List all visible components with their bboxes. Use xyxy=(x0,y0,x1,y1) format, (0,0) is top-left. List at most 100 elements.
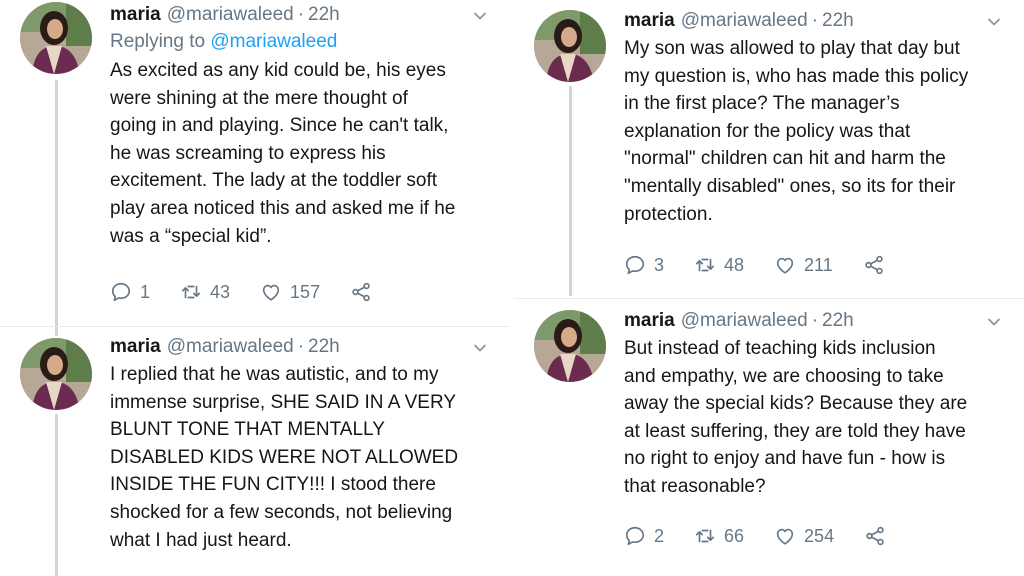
reply-button[interactable]: 1 xyxy=(110,281,150,303)
retweet-icon xyxy=(694,525,716,547)
reply-icon xyxy=(624,525,646,547)
avatar[interactable] xyxy=(534,310,606,382)
tweet-text-line: and empathy, we are choosing to take xyxy=(624,365,944,387)
separator-dot: · xyxy=(811,10,819,31)
reply-count: 2 xyxy=(654,525,665,546)
tweet-content: maria @mariawaleed · 22h But instead of … xyxy=(624,308,1010,501)
tweet-text-line: shocked for a few seconds, not believing xyxy=(110,501,453,523)
author-name[interactable]: maria xyxy=(110,334,161,360)
timestamp[interactable]: 22h xyxy=(308,2,340,28)
chevron-down-icon[interactable] xyxy=(986,314,1002,330)
retweet-count: 66 xyxy=(724,525,745,546)
heart-icon xyxy=(774,525,796,547)
share-button[interactable] xyxy=(350,281,372,303)
tweet-text-line: BLUNT TONE THAT MENTALLY xyxy=(110,419,385,441)
tweet-text-line: what I had just heard. xyxy=(110,529,292,551)
retweet-count: 48 xyxy=(724,254,745,275)
retweet-icon xyxy=(180,281,202,303)
tweet-text-line: My son was allowed to play that day but xyxy=(624,38,960,59)
chevron-down-icon[interactable] xyxy=(986,14,1002,30)
right-thread-column: maria @mariawaleed · 22h My son was allo… xyxy=(514,0,1024,576)
avatar[interactable] xyxy=(534,10,606,82)
tweet-text-line: he was screaming to express his xyxy=(110,142,386,164)
like-button[interactable]: 211 xyxy=(774,254,833,276)
author-name[interactable]: maria xyxy=(624,8,675,34)
retweet-count: 43 xyxy=(210,281,231,302)
tweet-text: My son was allowed to play that day but … xyxy=(624,35,1010,228)
tweet-text: I replied that he was autistic, and to m… xyxy=(110,361,496,554)
avatar[interactable] xyxy=(20,2,92,74)
tweet-text-line: was a “special kid”. xyxy=(110,225,272,247)
chevron-down-icon[interactable] xyxy=(472,8,488,24)
reply-count: 3 xyxy=(654,254,665,275)
reply-count: 1 xyxy=(140,281,151,302)
tweet-actions: 1 43 157 xyxy=(110,281,402,303)
tweet-text-line: As excited as any kid could be, his eyes xyxy=(110,60,446,81)
tweet-text-line: that reasonable? xyxy=(624,475,766,497)
tweet[interactable]: maria @mariawaleed · 22h I replied that … xyxy=(0,334,510,576)
replying-to: Replying to @mariawaleed xyxy=(110,28,496,56)
replying-to-mention[interactable]: @mariawaleed xyxy=(210,31,337,52)
separator-dot: · xyxy=(811,310,819,331)
tweet-header: maria @mariawaleed · 22h xyxy=(624,308,1010,334)
tweet-text-line: But instead of teaching kids inclusion xyxy=(624,338,936,359)
separator-dot: · xyxy=(297,336,305,357)
share-icon xyxy=(864,525,886,547)
like-button[interactable]: 254 xyxy=(774,525,834,547)
tweet-text-line: "normal" children can hit and harm the xyxy=(624,148,946,170)
tweet-text-line: explanation for the policy was that xyxy=(624,120,911,142)
timestamp[interactable]: 22h xyxy=(822,308,854,334)
tweet-text-line: at least suffering, they are told they h… xyxy=(624,420,966,442)
tweet-content: maria @mariawaleed · 22h I replied that … xyxy=(110,334,496,554)
like-button[interactable]: 157 xyxy=(260,281,320,303)
retweet-button[interactable]: 43 xyxy=(180,281,230,303)
retweet-button[interactable]: 66 xyxy=(694,525,744,547)
tweet-text-line: "mentally disabled" ones, so its for the… xyxy=(624,175,956,197)
tweet-text-line: no right to enjoy and have fun - how is xyxy=(624,448,946,470)
tweet-text-line: excitement. The lady at the toddler soft xyxy=(110,170,438,192)
tweet-actions: 3 48 211 xyxy=(624,254,915,276)
tweet-text-line: in the first place? The manager’s xyxy=(624,93,900,115)
tweet-text-line: immense surprise, SHE SAID IN A VERY xyxy=(110,391,456,413)
tweet-text-line: going in and playing. Since he can't tal… xyxy=(110,115,449,137)
tweet-text-line: INSIDE THE FUN CITY!!! I stood there xyxy=(110,474,436,496)
reply-icon xyxy=(110,281,132,303)
tweet-actions: 2 66 254 xyxy=(624,525,916,547)
like-count: 211 xyxy=(804,254,833,275)
author-handle[interactable]: @mariawaleed xyxy=(167,2,294,28)
author-name[interactable]: maria xyxy=(624,308,675,334)
reply-button[interactable]: 3 xyxy=(624,254,664,276)
timestamp[interactable]: 22h xyxy=(308,334,340,360)
tweet[interactable]: maria @mariawaleed · 22h But instead of … xyxy=(514,306,1024,576)
heart-icon xyxy=(260,281,282,303)
tweet-separator xyxy=(514,298,1024,299)
timestamp[interactable]: 22h xyxy=(822,8,854,34)
tweet[interactable]: maria @mariawaleed · 22h Replying to @ma… xyxy=(0,0,510,326)
retweet-button[interactable]: 48 xyxy=(694,254,744,276)
tweet-text-line: play area noticed this and asked me if h… xyxy=(110,197,456,219)
author-handle[interactable]: @mariawaleed xyxy=(167,334,294,360)
tweet-text: But instead of teaching kids inclusion a… xyxy=(624,335,1010,501)
chevron-down-icon[interactable] xyxy=(472,340,488,356)
like-count: 254 xyxy=(804,525,835,546)
tweet-content: maria @mariawaleed · 22h Replying to @ma… xyxy=(110,2,496,250)
author-handle[interactable]: @mariawaleed xyxy=(681,8,808,34)
reply-button[interactable]: 2 xyxy=(624,525,664,547)
avatar[interactable] xyxy=(20,338,92,410)
tweet[interactable]: maria @mariawaleed · 22h My son was allo… xyxy=(514,0,1024,296)
author-name[interactable]: maria xyxy=(110,2,161,28)
reply-icon xyxy=(624,254,646,276)
tweet-separator xyxy=(0,326,510,327)
like-count: 157 xyxy=(290,281,321,302)
share-button[interactable] xyxy=(863,254,885,276)
tweet-text-line: I replied that he was autistic, and to m… xyxy=(110,364,439,385)
tweet-text-line: were shining at the mere thought of xyxy=(110,87,408,109)
tweet-header: maria @mariawaleed · 22h xyxy=(624,8,1010,34)
tweet-content: maria @mariawaleed · 22h My son was allo… xyxy=(624,8,1010,228)
tweet-text-line: my question is, who has made this policy xyxy=(624,65,969,87)
tweet-header: maria @mariawaleed · 22h xyxy=(110,334,496,360)
replying-to-label: Replying to xyxy=(110,31,206,52)
share-button[interactable] xyxy=(864,525,886,547)
author-handle[interactable]: @mariawaleed xyxy=(681,308,808,334)
tweet-header: maria @mariawaleed · 22h xyxy=(110,2,496,28)
